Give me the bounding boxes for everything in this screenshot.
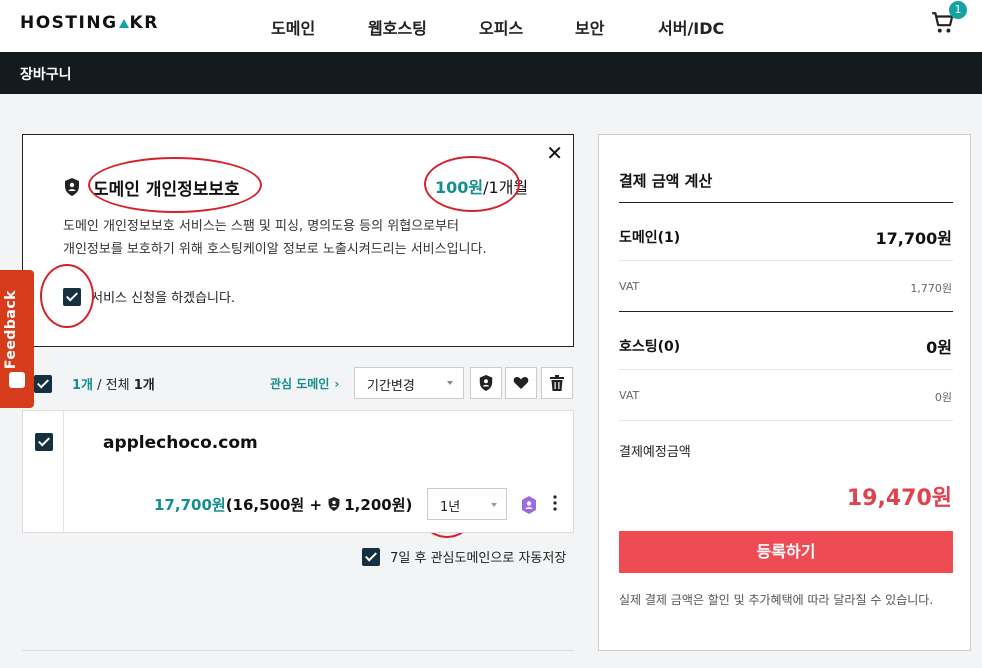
summary-title: 결제 금액 계산 xyxy=(619,172,713,190)
feedback-tab[interactable]: Feedback xyxy=(0,270,34,408)
hosting-vat-value: 0원 xyxy=(934,391,952,404)
favorite-button[interactable] xyxy=(505,367,537,399)
top-header: HOSTING KR 도메인 웹호스팅 오피스 보안 서버/IDC 1 xyxy=(0,0,982,52)
year-select[interactable]: 1년 xyxy=(427,488,507,520)
domain-subtotal-label: 도메인(1) xyxy=(619,230,681,246)
close-icon[interactable]: ✕ xyxy=(546,141,563,165)
hosting-subtotal-value: 0원 xyxy=(926,338,952,357)
logo[interactable]: HOSTING KR xyxy=(20,13,159,33)
privacy-description: 도메인 개인정보보호 서비스는 스팸 및 피싱, 명의도용 등의 위협으로부터 … xyxy=(63,215,553,261)
payment-note: 실제 결제 금액은 할인 및 추가혜택에 따라 달라질 수 있습니다. xyxy=(619,593,934,607)
shield-icon xyxy=(479,375,493,391)
payment-summary-panel: 결제 금액 계산 도메인(1) 17,700원 VAT 1,770원 호스팅(0… xyxy=(598,134,971,651)
privacy-description-line: 도메인 개인정보보호 서비스는 스팸 및 피싱, 명의도용 등의 위협으로부터 xyxy=(63,219,459,234)
divider xyxy=(22,650,574,651)
domain-item-checkbox[interactable] xyxy=(35,433,53,451)
domain-subtotal-value: 17,700원 xyxy=(875,229,952,248)
domain-vat-label: VAT xyxy=(619,280,640,293)
domain-price: 17,700원(16,500원 + 1,200원) xyxy=(154,494,412,515)
year-select-value: 1년 xyxy=(440,500,461,515)
divider xyxy=(619,311,953,312)
domain-price-breakdown-close: ) xyxy=(405,496,413,514)
shield-icon xyxy=(65,178,79,196)
divider xyxy=(619,202,953,203)
total-count: 1개 xyxy=(133,378,155,393)
chevron-down-icon xyxy=(491,503,497,507)
chevron-right-icon: › xyxy=(334,377,340,391)
card-divider xyxy=(63,411,64,534)
hosting-subtotal-label: 호스팅(0) xyxy=(619,339,681,355)
interest-domain-link[interactable]: 관심 도메인 › xyxy=(270,375,339,392)
trash-icon xyxy=(550,375,564,391)
privacy-price-period: /1개월 xyxy=(483,178,529,197)
period-change-select[interactable]: 기간변경 xyxy=(354,367,464,399)
divider xyxy=(619,369,953,370)
nav-item-webhosting[interactable]: 웹호스팅 xyxy=(368,15,427,39)
privacy-protection-panel: ✕ 도메인 개인정보보호 100원/1개월 도메인 개인정보보호 서비스는 스팸… xyxy=(22,134,574,347)
select-all-checkbox[interactable] xyxy=(34,375,52,393)
selection-count: 1개 / 전체 1개 xyxy=(72,374,155,393)
nav-item-server-idc[interactable]: 서버/IDC xyxy=(658,15,724,39)
more-options-icon[interactable] xyxy=(553,495,557,511)
privacy-price-amount: 100원 xyxy=(435,178,484,197)
page-title-bar: 장바구니 xyxy=(0,52,982,94)
divider xyxy=(619,420,953,421)
privacy-description-line: 개인정보를 보호하기 위해 호스팅케이알 정보로 노출시켜드리는 서비스입니다. xyxy=(63,242,487,257)
interest-domain-label: 관심 도메인 xyxy=(270,377,330,391)
feedback-label: Feedback xyxy=(3,290,19,370)
domain-cart-item: applechoco.com 17,700원(16,500원 + 1,200원)… xyxy=(22,410,574,534)
domain-price-total: 17,700원 xyxy=(154,496,226,514)
register-button[interactable]: 등록하기 xyxy=(619,531,953,573)
logo-mark-icon xyxy=(118,19,129,28)
privacy-agree-checkbox[interactable] xyxy=(63,287,81,306)
shield-icon xyxy=(328,497,340,511)
autosave-row[interactable]: 7일 후 관심도메인으로 자동저장 xyxy=(362,547,566,566)
nav-item-security[interactable]: 보안 xyxy=(575,15,604,39)
domain-privacy-fee: 1,200원 xyxy=(344,496,406,514)
count-separator: / 전체 xyxy=(93,378,134,393)
cart-count-badge: 1 xyxy=(949,1,967,19)
nav-item-office[interactable]: 오피스 xyxy=(479,15,523,39)
logo-text: HOSTING xyxy=(20,13,118,33)
privacy-agree-label: 서비스 신청을 하겠습니다. xyxy=(91,291,236,306)
privacy-shield-button[interactable] xyxy=(470,367,502,399)
period-change-label: 기간변경 xyxy=(367,379,415,394)
estimated-payment-label: 결제예정금액 xyxy=(619,445,691,460)
privacy-status-icon[interactable] xyxy=(520,495,538,515)
nav-item-domain[interactable]: 도메인 xyxy=(271,15,315,39)
privacy-agree-row[interactable]: 서비스 신청을 하겠습니다. xyxy=(63,287,235,306)
privacy-price: 100원/1개월 xyxy=(435,174,528,198)
logo-text-kr: KR xyxy=(129,13,159,33)
chevron-down-icon xyxy=(447,381,453,385)
selected-count: 1개 xyxy=(72,378,94,393)
privacy-title: 도메인 개인정보보호 xyxy=(93,180,240,200)
heart-icon xyxy=(513,377,529,389)
estimated-payment-total: 19,470원 xyxy=(846,486,952,511)
domain-name: applechoco.com xyxy=(103,433,258,453)
delete-button[interactable] xyxy=(541,367,573,399)
domain-price-breakdown-open: (16,500원 + xyxy=(225,496,328,514)
hosting-vat-label: VAT xyxy=(619,389,640,402)
feedback-icon xyxy=(9,372,25,388)
autosave-label: 7일 후 관심도메인으로 자동저장 xyxy=(390,551,567,566)
autosave-checkbox[interactable] xyxy=(362,547,380,566)
page-title: 장바구니 xyxy=(20,67,72,83)
divider xyxy=(619,260,953,261)
domain-vat-value: 1,770원 xyxy=(910,282,952,295)
